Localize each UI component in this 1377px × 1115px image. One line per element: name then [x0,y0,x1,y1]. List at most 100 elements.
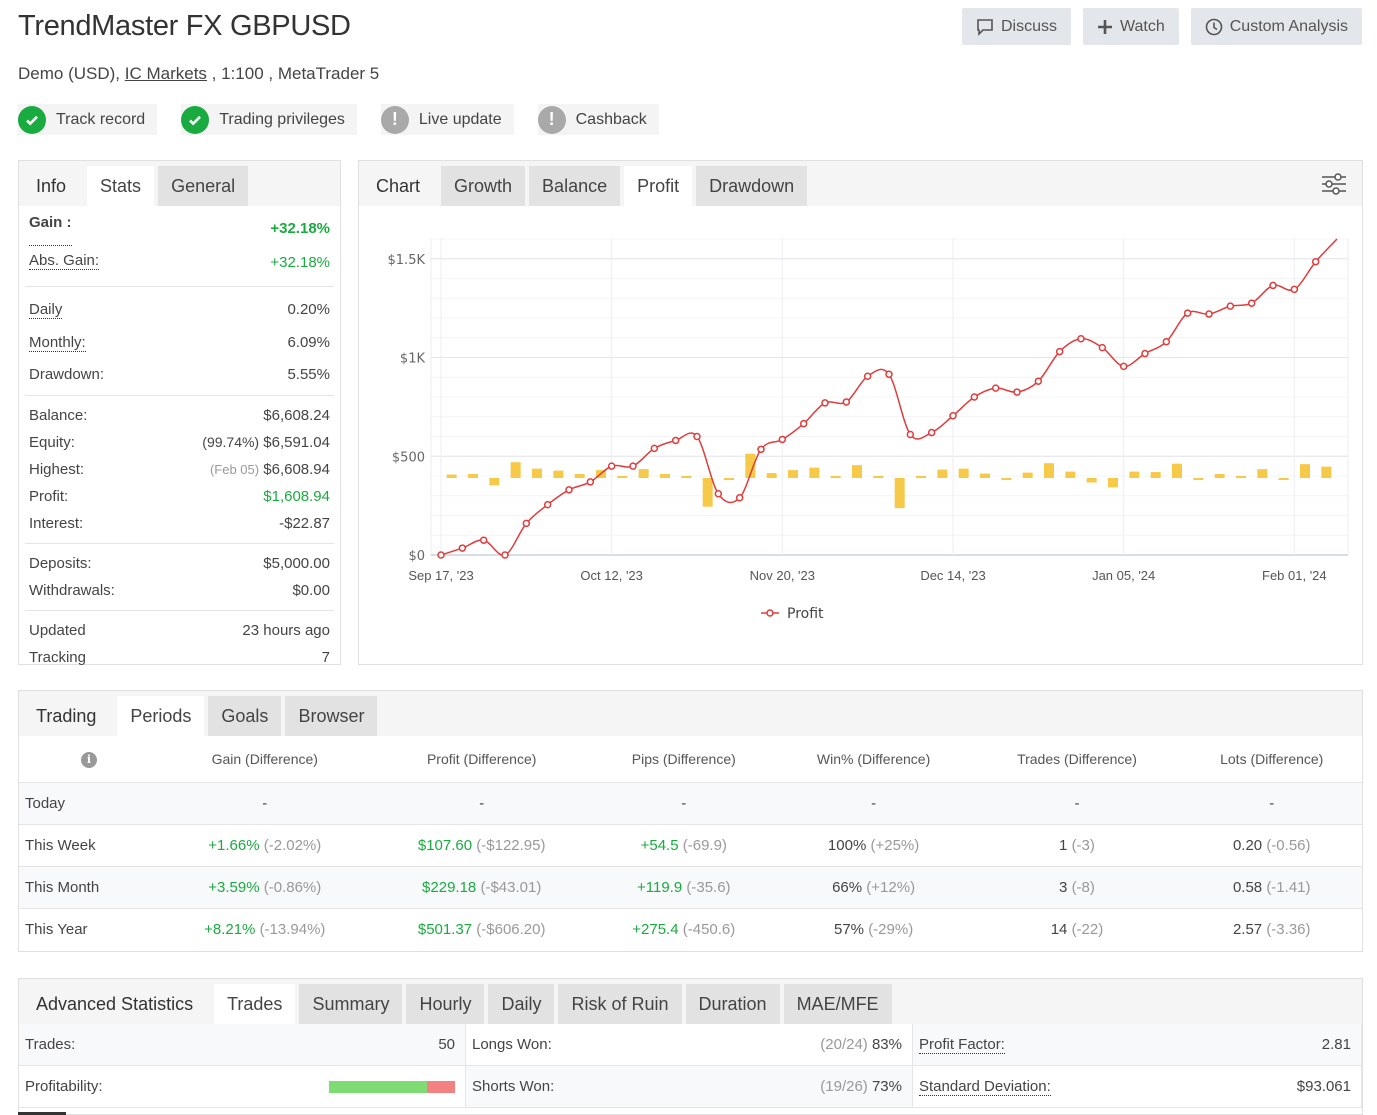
column-header: Pips (Difference) [631,750,736,767]
badge-live-update[interactable]: ! Live update [380,104,514,135]
tab-risk-of-ruin[interactable]: Risk of Ruin [558,984,682,1024]
tab-general[interactable]: General [158,166,249,206]
chart-settings-button[interactable] [1321,171,1347,202]
check-icon [18,105,46,134]
stat-label: Profitability: [25,1078,103,1095]
tab-profit[interactable]: Profit [624,166,693,206]
x-tick-label: Oct 12, '23 [580,568,642,583]
advanced-statistics-panel: Advanced Statistics Trades Summary Hourl… [18,978,1363,1115]
profit-bar [681,476,692,478]
profit-bar [446,474,457,478]
shorts-ratio: (19/26) [820,1078,868,1095]
column-header: Lots (Difference) [1220,750,1324,767]
stat-value: 7 [321,649,330,666]
cell-value: $501.37 [417,920,473,938]
table-cell: $501.37 (-$606.20) [370,907,593,950]
stat-label[interactable]: Monthly: [29,334,86,352]
stat-label[interactable]: Gain : [29,214,72,246]
cell-difference: (-69.9) [682,836,727,854]
stat-highest: Highest: (Feb 05) $6,608.94 [19,456,340,483]
stat-label[interactable]: Standard Deviation: [919,1078,1051,1096]
highest-value: $6,608.94 [263,461,330,478]
cell-value: +54.5 [640,836,679,854]
table-cell: +3.59% (-0.86%) [159,865,371,908]
tab-summary[interactable]: Summary [299,984,403,1024]
profit-bar [702,478,713,507]
divider [25,286,334,287]
account-type: Demo (USD), [18,64,121,83]
table-cell: 2.57 (-3.36) [1181,907,1362,950]
tab-balance[interactable]: Balance [529,166,621,206]
chart-panel: Chart Growth Balance Profit Drawdown $0 $… [358,160,1363,665]
tab-trading[interactable]: Trading [19,696,113,736]
profit-bar [1278,478,1289,480]
profit-point [458,544,467,552]
cell-difference: (+12%) [866,878,916,896]
stat-label[interactable]: Daily [29,301,63,319]
legend-marker-icon [766,609,774,617]
tab-daily[interactable]: Daily [488,984,555,1024]
tab-browser[interactable]: Browser [285,696,378,736]
cell-value: $107.60 [417,836,473,854]
tab-growth[interactable]: Growth [441,166,526,206]
tab-advanced-statistics[interactable]: Advanced Statistics [19,984,210,1024]
stat-balance: Balance: $6,608.24 [19,402,340,429]
tab-periods[interactable]: Periods [117,696,205,736]
profit-point [714,490,723,498]
x-tick-label: Nov 20, '23 [750,568,815,583]
stat-profitability: Profitability: [19,1066,466,1108]
stat-label: Trades: [25,1036,76,1053]
tab-chart[interactable]: Chart [359,166,437,206]
custom-analysis-button[interactable]: Custom Analysis [1190,8,1362,45]
cell-value: 0.20 [1232,836,1263,854]
badge-cashback[interactable]: ! Cashback [537,104,659,135]
cell-difference: (-13.94%) [259,920,326,938]
table-cell: 0.20 (-0.56) [1181,823,1362,866]
tab-drawdown[interactable]: Drawdown [696,166,808,206]
period-label: Today [19,781,159,824]
tab-hourly[interactable]: Hourly [406,984,485,1024]
profit-chart[interactable]: $0 $500 $1K $1.5K Sep 17, '23 Oct 12, '23 Nov … [359,207,1362,664]
tab-goals[interactable]: Goals [208,696,282,736]
profit-bar [1065,471,1076,478]
badge-track-record[interactable]: Track record [18,104,158,135]
profit-bar [553,470,564,478]
stat-value: +32.18% [270,220,330,237]
broker-link[interactable]: IC Markets [125,64,207,83]
tab-duration[interactable]: Duration [685,984,780,1024]
x-tick-label: Feb 01, '24 [1262,568,1327,583]
stat-label[interactable]: Abs. Gain: [29,252,100,270]
profit-point [863,372,872,381]
info-icon[interactable]: i [81,751,97,768]
cell-value: - [262,794,268,812]
profit-bar [724,478,734,480]
stats-tabbar: Info Stats General [19,161,340,206]
x-tick-label: Sep 17, '23 [408,568,473,583]
profit-bar [1321,466,1332,478]
table-row: Today - - - - - - [19,781,1362,824]
tab-mae-mfe[interactable]: MAE/MFE [783,984,892,1024]
tab-info[interactable]: Info [19,166,83,206]
profit-bar [1172,463,1182,478]
profit-point [437,551,445,559]
stat-value: (19/26) 73% [820,1078,902,1095]
cell-value: +119.9 [637,878,683,896]
cell-difference: (-22) [1071,920,1104,938]
tab-stats[interactable]: Stats [87,166,155,206]
stat-updated: Updated 23 hours ago [19,617,340,644]
watch-button[interactable]: Watch [1082,8,1179,45]
stat-label[interactable]: Profit Factor: [919,1036,1005,1054]
stat-gain: Gain : +32.18% [19,214,340,246]
badge-trading-privileges[interactable]: Trading privileges [181,104,357,135]
profit-point [565,486,573,494]
discuss-button[interactable]: Discuss [961,8,1071,45]
table-cell: 3 (-8) [972,865,1182,908]
column-header: Gain (Difference) [211,750,318,767]
profit-point [991,384,1000,392]
watch-label: Watch [1119,17,1165,35]
stat-value: (99.74%) $6,591.04 [202,434,330,451]
tab-trades[interactable]: Trades [214,984,296,1024]
advanced-tabbar: Advanced Statistics Trades Summary Hourl… [19,979,1362,1024]
profit-bar [1108,478,1118,488]
period-label: This Month [19,865,159,908]
